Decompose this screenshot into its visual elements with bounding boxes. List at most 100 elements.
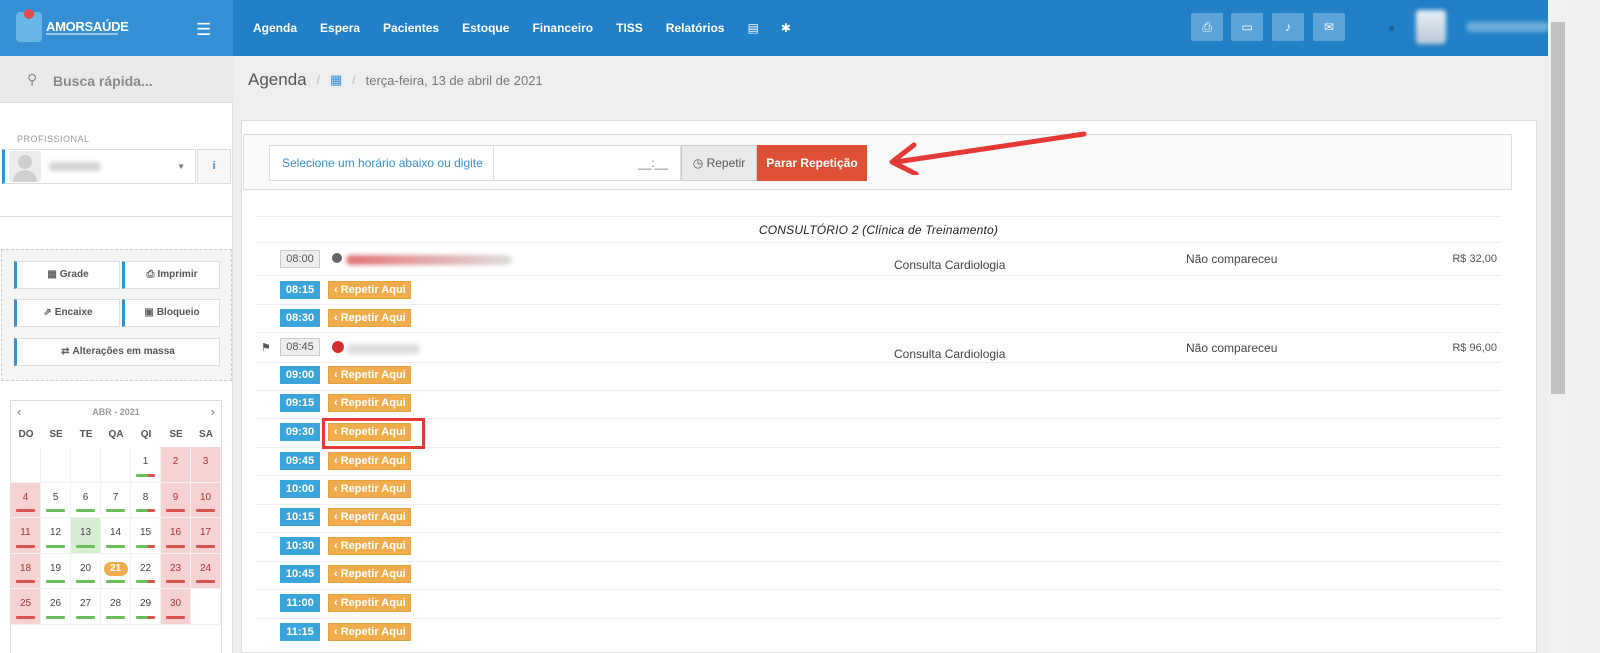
calendar-day[interactable]: 4 <box>11 482 41 518</box>
occupancy-bar <box>46 544 65 548</box>
time-slot[interactable]: 09:45 <box>280 452 320 470</box>
calendar-day[interactable]: 28 <box>101 589 131 625</box>
calendar-day[interactable]: 10 <box>191 482 221 518</box>
calendar-day[interactable]: 3 <box>191 447 221 483</box>
calendar-day[interactable]: 29 <box>131 589 161 625</box>
time-slot[interactable]: 09:30 <box>280 423 320 441</box>
calendar-day[interactable]: 14 <box>101 518 131 554</box>
repetir-button[interactable]: ◷ Repetir <box>681 145 757 181</box>
info-button[interactable]: i <box>197 149 231 184</box>
calendar-day[interactable]: 19 <box>41 553 71 589</box>
calendar-day[interactable]: 15 <box>131 518 161 554</box>
gear-icon[interactable]: ✱ <box>781 21 791 35</box>
chevron-right-icon[interactable]: › <box>211 404 215 419</box>
calendar-day[interactable]: 30 <box>161 589 191 625</box>
nav-tiss[interactable]: TISS <box>616 21 643 35</box>
nav-financeiro[interactable]: Financeiro <box>532 21 593 35</box>
repetir-aqui-button[interactable]: ‹ Repetir Aqui <box>328 394 411 412</box>
calendar-day[interactable]: 1 <box>131 447 161 483</box>
occupancy-bar <box>106 580 125 583</box>
time-slot[interactable]: 08:15 <box>280 281 320 299</box>
schedule-row[interactable]: ⚑ 08:45 Consulta Cardiologia Não compare… <box>256 333 1501 363</box>
parar-repeticao-button[interactable]: Parar Repetição <box>757 145 867 181</box>
imprimir-button[interactable]: ⎙ Imprimir <box>122 261 220 289</box>
schedule-row[interactable]: 08:00 Consulta Cardiologia Não comparece… <box>256 244 1501 276</box>
bloqueio-button[interactable]: ▣ Bloqueio <box>122 299 220 327</box>
time-slot[interactable]: 08:30 <box>280 309 320 327</box>
calendar-day[interactable]: 17 <box>191 518 221 554</box>
chevron-left-icon: ‹ <box>334 597 338 609</box>
calendar-day[interactable]: 23 <box>161 553 191 589</box>
calendar-day[interactable]: 8 <box>131 482 161 518</box>
repetir-aqui-button[interactable]: ‹ Repetir Aqui <box>328 537 411 555</box>
time-input[interactable] <box>493 145 681 181</box>
profissional-select[interactable]: ▼ <box>2 149 196 184</box>
time-slot[interactable]: 10:00 <box>280 480 320 498</box>
repetir-aqui-button[interactable]: ‹ Repetir Aqui <box>328 623 411 641</box>
repetir-aqui-label: Repetir Aqui <box>340 312 406 324</box>
patient-name-redacted[interactable] <box>346 255 512 265</box>
nav-espera[interactable]: Espera <box>320 21 360 35</box>
calendar-day-today[interactable]: 21 <box>101 553 131 589</box>
patient-name-redacted[interactable] <box>346 344 420 354</box>
calendar-day[interactable]: 2 <box>161 447 191 483</box>
repetir-aqui-button[interactable]: ‹ Repetir Aqui <box>328 565 411 583</box>
bell-icon[interactable]: ♪ <box>1272 13 1304 41</box>
repetir-aqui-button[interactable]: ‹ Repetir Aqui <box>328 594 411 612</box>
calendar-day[interactable]: 7 <box>101 482 131 518</box>
calendar-day[interactable]: 24 <box>191 553 221 589</box>
time-slot[interactable]: 08:00 <box>280 250 320 268</box>
repetir-aqui-button[interactable]: ‹ Repetir Aqui <box>328 452 411 470</box>
repetir-aqui-button[interactable]: ‹ Repetir Aqui <box>328 281 411 299</box>
time-slot[interactable]: 09:00 <box>280 366 320 384</box>
calendar-day[interactable]: 11 <box>11 518 41 554</box>
grade-button[interactable]: ▦ Grade <box>14 261 120 289</box>
calendar-day[interactable]: 18 <box>11 553 41 589</box>
nav-relatorios[interactable]: Relatórios <box>666 21 725 35</box>
nav-pacientes[interactable]: Pacientes <box>383 21 439 35</box>
repetir-aqui-button[interactable]: ‹ Repetir Aqui <box>328 508 411 526</box>
nav-estoque[interactable]: Estoque <box>462 21 509 35</box>
calendar-day[interactable]: 12 <box>41 518 71 554</box>
time-slot[interactable]: 09:15 <box>280 394 320 412</box>
time-slot[interactable]: 10:45 <box>280 565 320 583</box>
calendar-icon[interactable]: ▦ <box>330 72 342 88</box>
calendar-day[interactable]: 16 <box>161 518 191 554</box>
calendar-day[interactable]: 6 <box>71 482 101 518</box>
time-slot[interactable]: 10:30 <box>280 537 320 555</box>
chat-icon[interactable]: ✉ <box>1313 13 1345 41</box>
page-scrollbar[interactable] <box>1548 0 1568 653</box>
calendar-day-empty <box>71 447 101 483</box>
card-icon[interactable]: ▭ <box>1231 13 1263 41</box>
calendar-day-selected[interactable]: 13 <box>71 518 101 554</box>
user-name-redacted[interactable] <box>1466 22 1550 32</box>
calendar-day[interactable]: 27 <box>71 589 101 625</box>
scrollbar-thumb[interactable] <box>1551 22 1565 394</box>
calendar-day[interactable]: 9 <box>161 482 191 518</box>
nav-agenda[interactable]: Agenda <box>253 21 297 35</box>
database-icon[interactable]: ▤ <box>747 21 758 35</box>
time-slot[interactable]: 11:00 <box>280 594 320 612</box>
schedule-row: 10:30 ‹ Repetir Aqui <box>256 533 1501 562</box>
time-slot[interactable]: 10:15 <box>280 508 320 526</box>
calendar-day[interactable]: 5 <box>41 482 71 518</box>
time-slot[interactable]: 11:15 <box>280 623 320 641</box>
quick-search[interactable]: ⚲ Busca rápida... <box>0 56 233 103</box>
repetir-aqui-button[interactable]: ‹ Repetir Aqui <box>328 480 411 498</box>
occupancy-bar <box>196 580 215 583</box>
accessibility-icon <box>332 253 342 263</box>
user-avatar[interactable] <box>1416 10 1446 44</box>
alteracoes-massa-button[interactable]: ⇄ Alterações em massa <box>14 338 220 366</box>
calendar-day[interactable]: 20 <box>71 553 101 589</box>
menu-icon[interactable]: ☰ <box>196 20 211 40</box>
calendar-day[interactable]: 26 <box>41 589 71 625</box>
repetir-aqui-button[interactable]: ‹ Repetir Aqui <box>328 366 411 384</box>
inbox-icon[interactable]: ⎙ <box>1191 13 1223 41</box>
calendar-day[interactable]: 25 <box>11 589 41 625</box>
encaixe-button[interactable]: ⇗ Encaixe <box>14 299 120 327</box>
calendar-day[interactable]: 22 <box>131 553 161 589</box>
schedule-row: 10:00 ‹ Repetir Aqui <box>256 476 1501 505</box>
calendar-day-number: 13 <box>79 527 92 538</box>
repetir-aqui-button[interactable]: ‹ Repetir Aqui <box>328 309 411 327</box>
time-slot[interactable]: 08:45 <box>280 338 320 356</box>
